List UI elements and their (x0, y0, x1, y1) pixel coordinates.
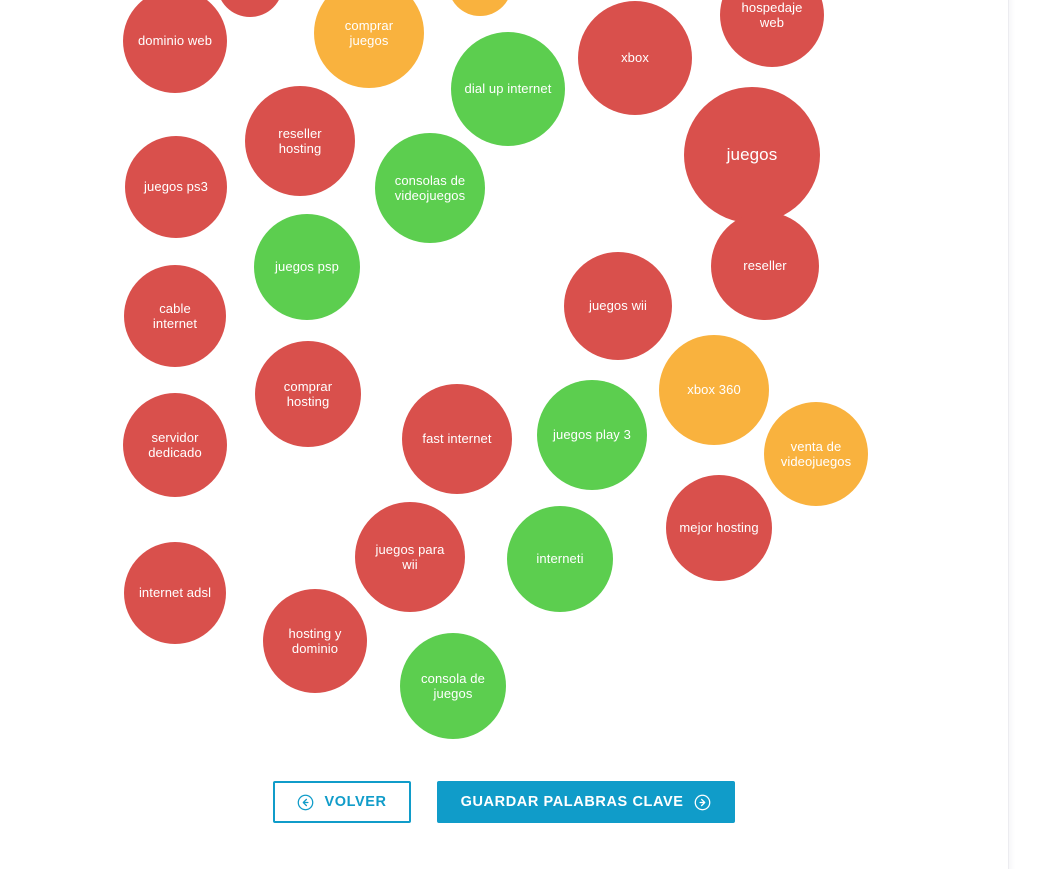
arrow-circle-left-icon (297, 794, 314, 811)
save-keywords-button-label: GUARDAR PALABRAS CLAVE (460, 794, 684, 810)
keyword-bubble[interactable]: cable internet (124, 265, 226, 367)
back-button-label: VOLVER (324, 794, 387, 810)
keyword-bubble-label: juegos ps3 (144, 179, 208, 195)
keyword-bubble[interactable]: dominio web (123, 0, 227, 93)
keyword-bubble[interactable]: juegos para wii (355, 502, 465, 612)
keyword-bubble[interactable]: venta de videojuegos (764, 402, 868, 506)
keyword-bubble[interactable]: juegos ps3 (125, 136, 227, 238)
keyword-bubble[interactable] (448, 0, 512, 16)
arrow-circle-right-icon (694, 794, 711, 811)
keyword-bubble[interactable]: internet adsl (124, 542, 226, 644)
keyword-bubble-label: comprar hosting (283, 378, 333, 409)
keyword-bubble-label: juegos (726, 144, 778, 164)
keyword-bubble-label: dial up internet (464, 81, 552, 97)
page-container-edge-shadow (1009, 0, 1015, 869)
keyword-bubble-label: internet adsl (138, 585, 212, 601)
keyword-bubble[interactable]: fast internet (402, 384, 512, 494)
keyword-bubble[interactable]: consolas de videojuegos (375, 133, 485, 243)
keyword-bubble[interactable]: juegos psp (254, 214, 360, 320)
keyword-bubble[interactable]: dial up internet (451, 32, 565, 146)
keyword-bubble[interactable]: servidor dedicado (123, 393, 227, 497)
back-button[interactable]: VOLVER (273, 781, 411, 823)
keyword-bubble[interactable]: hospedaje web (720, 0, 824, 67)
keyword-bubble-label: juegos wii (588, 298, 648, 314)
keyword-bubble-label: comprar juegos (344, 17, 394, 48)
keyword-bubble[interactable]: xbox 360 (659, 335, 769, 445)
keyword-bubble-label: reseller hosting (278, 125, 322, 156)
keyword-bubble[interactable]: reseller hosting (245, 86, 355, 196)
keyword-bubble-label: consolas de videojuegos (394, 172, 466, 203)
keyword-bubble[interactable] (217, 0, 283, 17)
keyword-bubble[interactable]: comprar juegos (314, 0, 424, 88)
keyword-bubble-label: mejor hosting (679, 520, 759, 536)
keyword-bubble-label: juegos play 3 (553, 427, 631, 443)
page-root: dominio web comprar juegos dial up interne… (0, 0, 1037, 869)
keyword-bubble-label: juegos psp (275, 259, 339, 275)
keyword-bubble[interactable]: reseller (711, 212, 819, 320)
keyword-bubble-label: hospedaje web (741, 0, 803, 30)
keyword-bubble[interactable]: juegos play 3 (537, 380, 647, 490)
keyword-bubble-label: consola de juegos (421, 670, 485, 701)
keyword-bubble-label: xbox (621, 50, 649, 66)
keyword-bubble-label: dominio web (137, 33, 213, 49)
keyword-bubble-label: cable internet (152, 300, 198, 331)
keyword-bubble[interactable]: comprar hosting (255, 341, 361, 447)
keyword-bubble[interactable]: juegos (684, 87, 820, 223)
keyword-bubble-label: xbox 360 (687, 382, 741, 398)
keyword-bubble-label: juegos para wii (375, 541, 445, 572)
keyword-bubble[interactable]: hosting y dominio (263, 589, 367, 693)
keyword-bubble-label: hosting y dominio (288, 625, 342, 656)
keyword-bubble[interactable]: xbox (578, 1, 692, 115)
action-bar: VOLVER GUARDAR PALABRAS CLAVE (0, 781, 1008, 823)
keyword-bubble-label: interneti (536, 551, 584, 567)
keyword-bubble-label: venta de videojuegos (780, 438, 852, 469)
keyword-bubble-cloud: dominio web comprar juegos dial up interne… (0, 0, 1008, 770)
keyword-bubble-label: reseller (743, 258, 787, 274)
keyword-bubble-label: fast internet (422, 431, 492, 447)
keyword-bubble[interactable]: consola de juegos (400, 633, 506, 739)
keyword-bubble[interactable]: interneti (507, 506, 613, 612)
keyword-bubble[interactable]: juegos wii (564, 252, 672, 360)
keyword-bubble[interactable]: mejor hosting (666, 475, 772, 581)
keyword-bubble-label: servidor dedicado (148, 429, 202, 460)
save-keywords-button[interactable]: GUARDAR PALABRAS CLAVE (436, 781, 735, 823)
